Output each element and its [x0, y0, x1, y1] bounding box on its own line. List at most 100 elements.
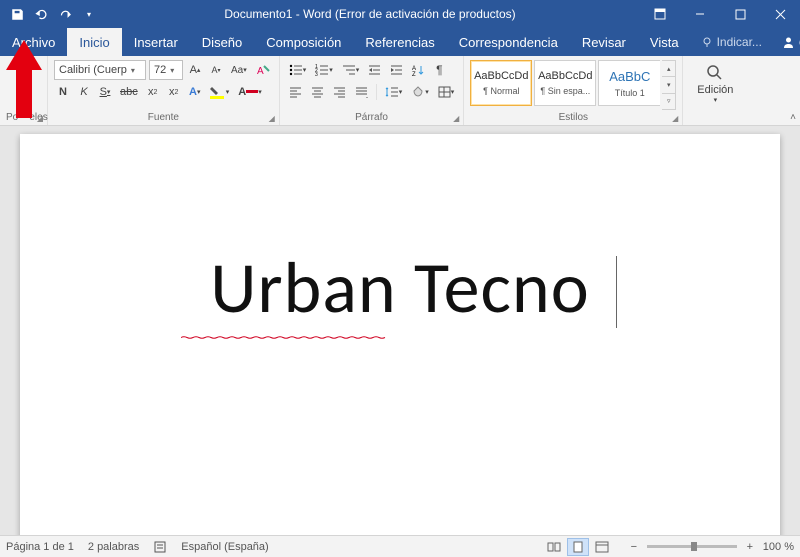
tab-correspondencia[interactable]: Correspondencia	[447, 28, 570, 56]
gallery-up-icon[interactable]: ▴	[662, 61, 675, 76]
font-name-combo[interactable]: Calibri (Cuerp▾	[54, 60, 146, 80]
person-icon	[782, 36, 795, 49]
titlebar: ▾ Documento1 - Word (Error de activación…	[0, 0, 800, 28]
text-effects-button[interactable]: A▾	[186, 82, 204, 102]
statusbar: Página 1 de 1 2 palabras Español (España…	[0, 535, 800, 557]
zoom-slider[interactable]	[647, 545, 737, 548]
zoom-in-button[interactable]: +	[743, 541, 757, 553]
highlight-button[interactable]: ▾	[207, 82, 233, 102]
tell-me-label: Indicar...	[717, 35, 762, 49]
group-editing: Edición ▾	[683, 56, 747, 125]
styles-gallery-more[interactable]: ▴ ▾ ▿	[662, 60, 676, 110]
document-area[interactable]: Urban Tecno	[0, 126, 800, 535]
save-button[interactable]	[6, 3, 28, 25]
share-button[interactable]: Compartir	[772, 28, 800, 56]
undo-button[interactable]	[30, 3, 52, 25]
clipboard-launcher-icon[interactable]: ◢	[37, 114, 43, 123]
read-mode-button[interactable]	[543, 538, 565, 556]
shrink-font-button[interactable]: A▾	[207, 60, 225, 80]
paste-button[interactable]	[6, 60, 41, 98]
spellcheck-underline	[181, 336, 387, 339]
tab-insertar[interactable]: Insertar	[122, 28, 190, 56]
group-font-label: Fuente◢	[54, 112, 273, 123]
sort-button[interactable]: AZ	[409, 60, 427, 80]
group-styles: AaBbCcDd ¶ Normal AaBbCcDd ¶ Sin espa...…	[464, 56, 683, 125]
print-layout-button[interactable]	[567, 538, 589, 556]
show-marks-button[interactable]: ¶	[430, 60, 448, 80]
tab-inicio[interactable]: Inicio	[67, 28, 121, 56]
align-right-button[interactable]	[330, 82, 349, 102]
borders-button[interactable]: ▾	[435, 82, 458, 102]
font-color-button[interactable]: A▾	[235, 82, 264, 102]
editing-menu-button[interactable]: Edición ▾	[689, 60, 741, 108]
subscript-button[interactable]: x2	[144, 82, 162, 102]
line-spacing-button[interactable]: ▾	[382, 82, 406, 102]
group-font: Calibri (Cuerp▾ 72▾ A▴ A▾ Aa▾ A N K S▾ a…	[48, 56, 280, 125]
paragraph-launcher-icon[interactable]: ◢	[453, 114, 459, 123]
ribbon-display-options-button[interactable]	[640, 0, 680, 28]
tab-revisar[interactable]: Revisar	[570, 28, 638, 56]
numbering-button[interactable]: 123▾	[312, 60, 336, 80]
grow-font-button[interactable]: A▴	[186, 60, 204, 80]
shading-button[interactable]: ▾	[408, 82, 432, 102]
proofing-button[interactable]	[153, 540, 167, 554]
group-paragraph: ▾ 123▾ ▾ AZ ¶ ▾ ▾ ▾ Párrafo◢	[280, 56, 465, 125]
tab-diseno[interactable]: Diseño	[190, 28, 254, 56]
font-launcher-icon[interactable]: ◢	[269, 114, 275, 123]
decrease-indent-button[interactable]	[365, 60, 384, 80]
minimize-button[interactable]	[680, 0, 720, 28]
ribbon: Po eles◢ Calibri (Cuerp▾ 72▾ A▴ A▾ Aa▾ A…	[0, 56, 800, 126]
bullets-button[interactable]: ▾	[286, 60, 310, 80]
style-sin-espaciado[interactable]: AaBbCcDd ¶ Sin espa...	[534, 60, 596, 106]
underline-button[interactable]: S▾	[96, 82, 114, 102]
web-layout-button[interactable]	[591, 538, 613, 556]
multilevel-button[interactable]: ▾	[339, 60, 363, 80]
italic-button[interactable]: K	[75, 82, 93, 102]
editing-label: Edición	[697, 84, 733, 96]
align-left-button[interactable]	[286, 82, 305, 102]
group-paragraph-label: Párrafo◢	[286, 112, 458, 123]
text-cursor	[616, 256, 617, 328]
bold-button[interactable]: N	[54, 82, 72, 102]
page[interactable]: Urban Tecno	[20, 134, 780, 535]
document-text[interactable]: Urban Tecno	[20, 244, 780, 332]
gallery-expand-icon[interactable]: ▿	[662, 93, 675, 109]
zoom-out-button[interactable]: −	[627, 541, 641, 553]
maximize-button[interactable]	[720, 0, 760, 28]
word-count[interactable]: 2 palabras	[88, 541, 139, 553]
redo-button[interactable]	[54, 3, 76, 25]
view-switcher	[543, 538, 613, 556]
tell-me-search[interactable]: Indicar...	[691, 28, 772, 56]
lightbulb-icon	[701, 36, 713, 48]
justify-button[interactable]	[352, 82, 371, 102]
clear-format-button[interactable]: A	[253, 60, 273, 80]
group-clipboard-label: Po eles◢	[6, 112, 41, 123]
increase-indent-button[interactable]	[387, 60, 406, 80]
collapse-ribbon-icon[interactable]: ˄	[790, 112, 796, 123]
language-button[interactable]: Español (España)	[181, 541, 268, 553]
clipboard-icon	[14, 67, 34, 91]
superscript-button[interactable]: x2	[165, 82, 183, 102]
gallery-down-icon[interactable]: ▾	[662, 76, 675, 92]
change-case-button[interactable]: Aa▾	[228, 60, 250, 80]
tab-composicion[interactable]: Composición	[254, 28, 353, 56]
zoom-level[interactable]: 100 %	[763, 541, 794, 553]
styles-launcher-icon[interactable]: ◢	[672, 114, 678, 123]
font-size-combo[interactable]: 72▾	[149, 60, 183, 80]
strikethrough-button[interactable]: abc	[117, 82, 141, 102]
find-icon	[706, 64, 724, 82]
quick-access-toolbar: ▾	[0, 3, 100, 25]
close-button[interactable]	[760, 0, 800, 28]
window-title: Documento1 - Word (Error de activación d…	[100, 7, 640, 21]
tab-vista[interactable]: Vista	[638, 28, 691, 56]
tab-archivo[interactable]: Archivo	[0, 28, 67, 56]
align-center-button[interactable]	[308, 82, 327, 102]
style-normal[interactable]: AaBbCcDd ¶ Normal	[470, 60, 532, 106]
window-controls	[640, 0, 800, 28]
svg-text:A: A	[257, 66, 264, 77]
qat-customize-icon[interactable]: ▾	[78, 3, 100, 25]
group-clipboard: Po eles◢	[0, 56, 48, 125]
style-titulo1[interactable]: AaBbC Título 1	[598, 60, 660, 106]
page-indicator[interactable]: Página 1 de 1	[6, 541, 74, 553]
tab-referencias[interactable]: Referencias	[353, 28, 446, 56]
